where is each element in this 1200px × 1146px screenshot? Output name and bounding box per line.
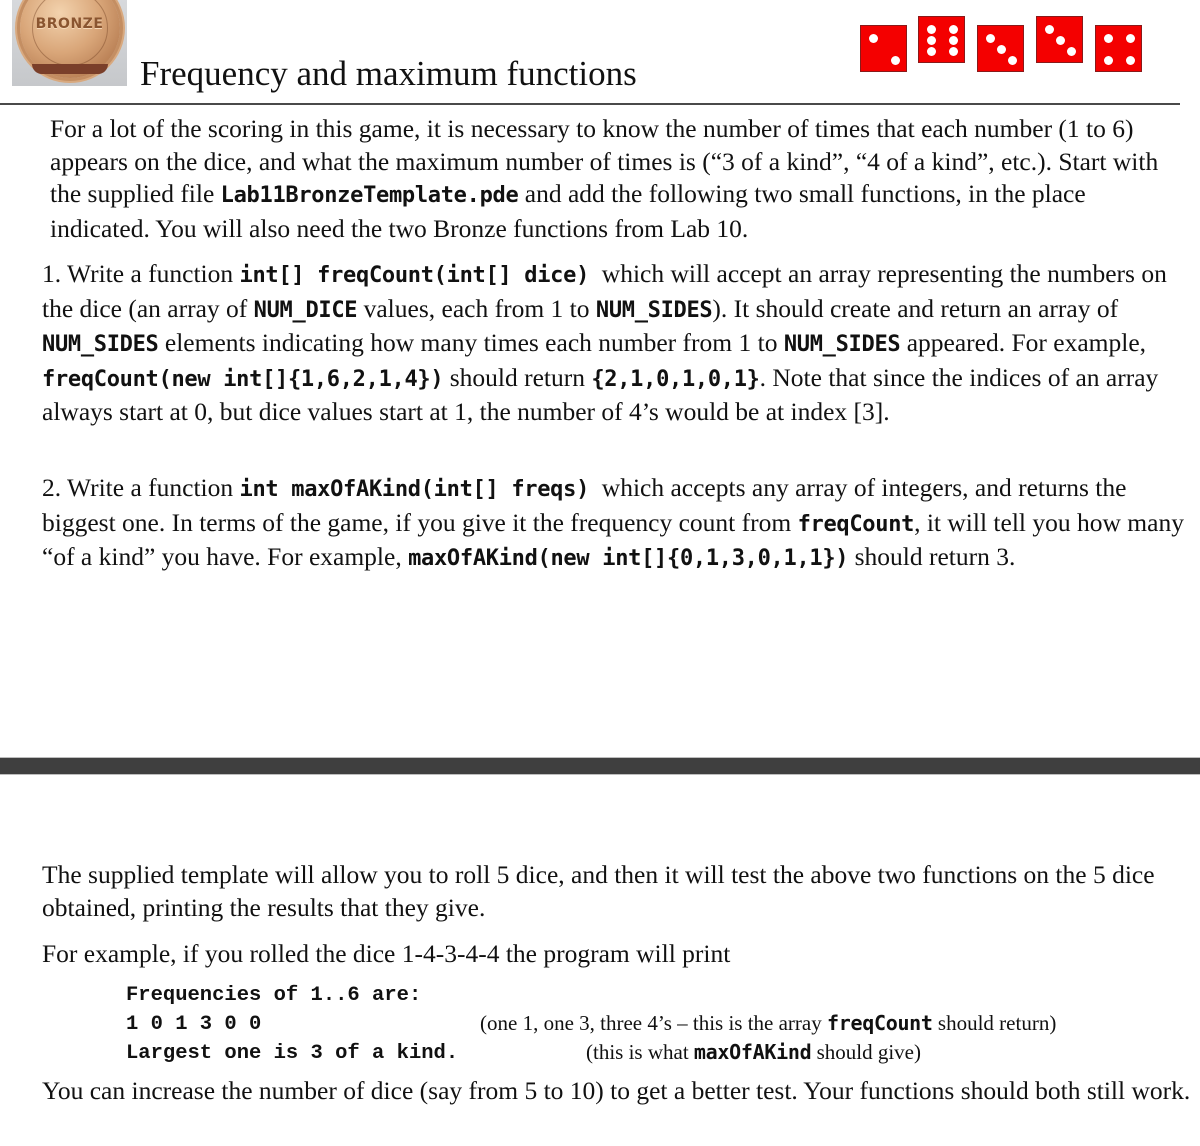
maxofakind-signature: int maxOfAKind(int[] freqs)	[239, 477, 590, 502]
output-line-largest: Largest one is 3 of a kind.	[126, 1042, 459, 1065]
die-pip	[986, 34, 995, 43]
die-pip	[1104, 56, 1113, 65]
template-file-name: Lab11BronzeTemplate.pde	[220, 183, 519, 208]
code-freqcount: freqCount	[797, 511, 915, 537]
task-text: values, each from 1 to	[357, 293, 596, 323]
closing-paragraph: You can increase the number of dice (say…	[42, 1076, 1191, 1105]
die-face-4-icon	[1095, 25, 1142, 72]
task-text: elements indicating how many times each …	[158, 328, 784, 357]
note-maxofakind: (this is what maxOfAKind should give)	[586, 1038, 921, 1067]
code-freqcount: freqCount	[827, 1011, 933, 1035]
note-text: should return)	[932, 1011, 1057, 1035]
die-pip	[1067, 47, 1076, 56]
output-line-values: 1 0 1 3 0 0	[126, 1013, 262, 1036]
code-maxofakind-example: maxOfAKind(new int[]{0,1,3,0,1,1})	[408, 546, 849, 571]
bronze-badge-image: BRONZE	[12, 0, 127, 86]
note-text: should give)	[811, 1040, 921, 1064]
die-pip	[1056, 36, 1065, 45]
die-pip	[949, 25, 958, 34]
template-description: The supplied template will allow you to …	[42, 860, 1155, 922]
ribbon-icon	[32, 64, 108, 74]
die-pip	[927, 47, 936, 56]
die-pip	[997, 45, 1006, 54]
die-face-6-icon	[918, 16, 965, 63]
die-pip	[949, 36, 958, 45]
code-num-dice: NUM_DICE	[253, 297, 358, 323]
task-text: appeared. For example,	[900, 328, 1147, 357]
die-pip	[891, 56, 900, 65]
die-face-2-icon	[860, 25, 907, 72]
note-text: (this is what	[586, 1040, 694, 1064]
code-num-sides: NUM_SIDES	[42, 332, 159, 357]
example-intro: For example, if you rolled the dice 1-4-…	[42, 939, 731, 968]
task-text: ). It should create and return an array …	[712, 293, 1119, 323]
task-text: 1. Write a function	[42, 259, 240, 288]
code-freqcount-example: freqCount(new int[]{1,6,2,1,4})	[42, 366, 444, 392]
die-pip	[1045, 25, 1054, 34]
task-text: 2. Write a function	[42, 473, 240, 502]
die-pip	[949, 47, 958, 56]
die-pip	[1008, 56, 1017, 65]
code-freqcount-result: {2,1,0,1,0,1}	[591, 366, 760, 392]
task2-paragraph: 2. Write a function int maxOfAKind(int[]…	[42, 472, 1192, 576]
task-text: should return	[443, 362, 592, 392]
die-face-3-icon	[977, 25, 1024, 72]
die-pip	[869, 34, 878, 43]
task1-paragraph: 1. Write a function int[] freqCount(int[…	[42, 258, 1192, 429]
code-num-sides: NUM_SIDES	[595, 297, 713, 323]
note-text: (one 1, one 3, three 4’s – this is the a…	[480, 1011, 827, 1035]
page-break-bar	[0, 757, 1200, 775]
die-pip	[927, 36, 936, 45]
die-pip	[927, 25, 936, 34]
die-face-3-icon	[1036, 16, 1083, 63]
code-maxofakind: maxOfAKind	[693, 1040, 812, 1064]
intro-paragraph: For a lot of the scoring in this game, i…	[50, 113, 1190, 245]
output-line-frequencies: Frequencies of 1..6 are:	[126, 984, 422, 1007]
freqcount-signature: int[] freqCount(int[] dice)	[239, 263, 590, 288]
note-freqcount: (one 1, one 3, three 4’s – this is the a…	[480, 1009, 1056, 1038]
die-pip	[1104, 34, 1113, 43]
code-num-sides: NUM_SIDES	[783, 332, 901, 357]
badge-label: BRONZE	[35, 16, 104, 32]
page-title: Frequency and maximum functions	[140, 54, 637, 93]
task-text: should return 3.	[848, 542, 1016, 571]
die-pip	[1126, 34, 1135, 43]
header-divider	[0, 103, 1180, 105]
die-pip	[1126, 56, 1135, 65]
